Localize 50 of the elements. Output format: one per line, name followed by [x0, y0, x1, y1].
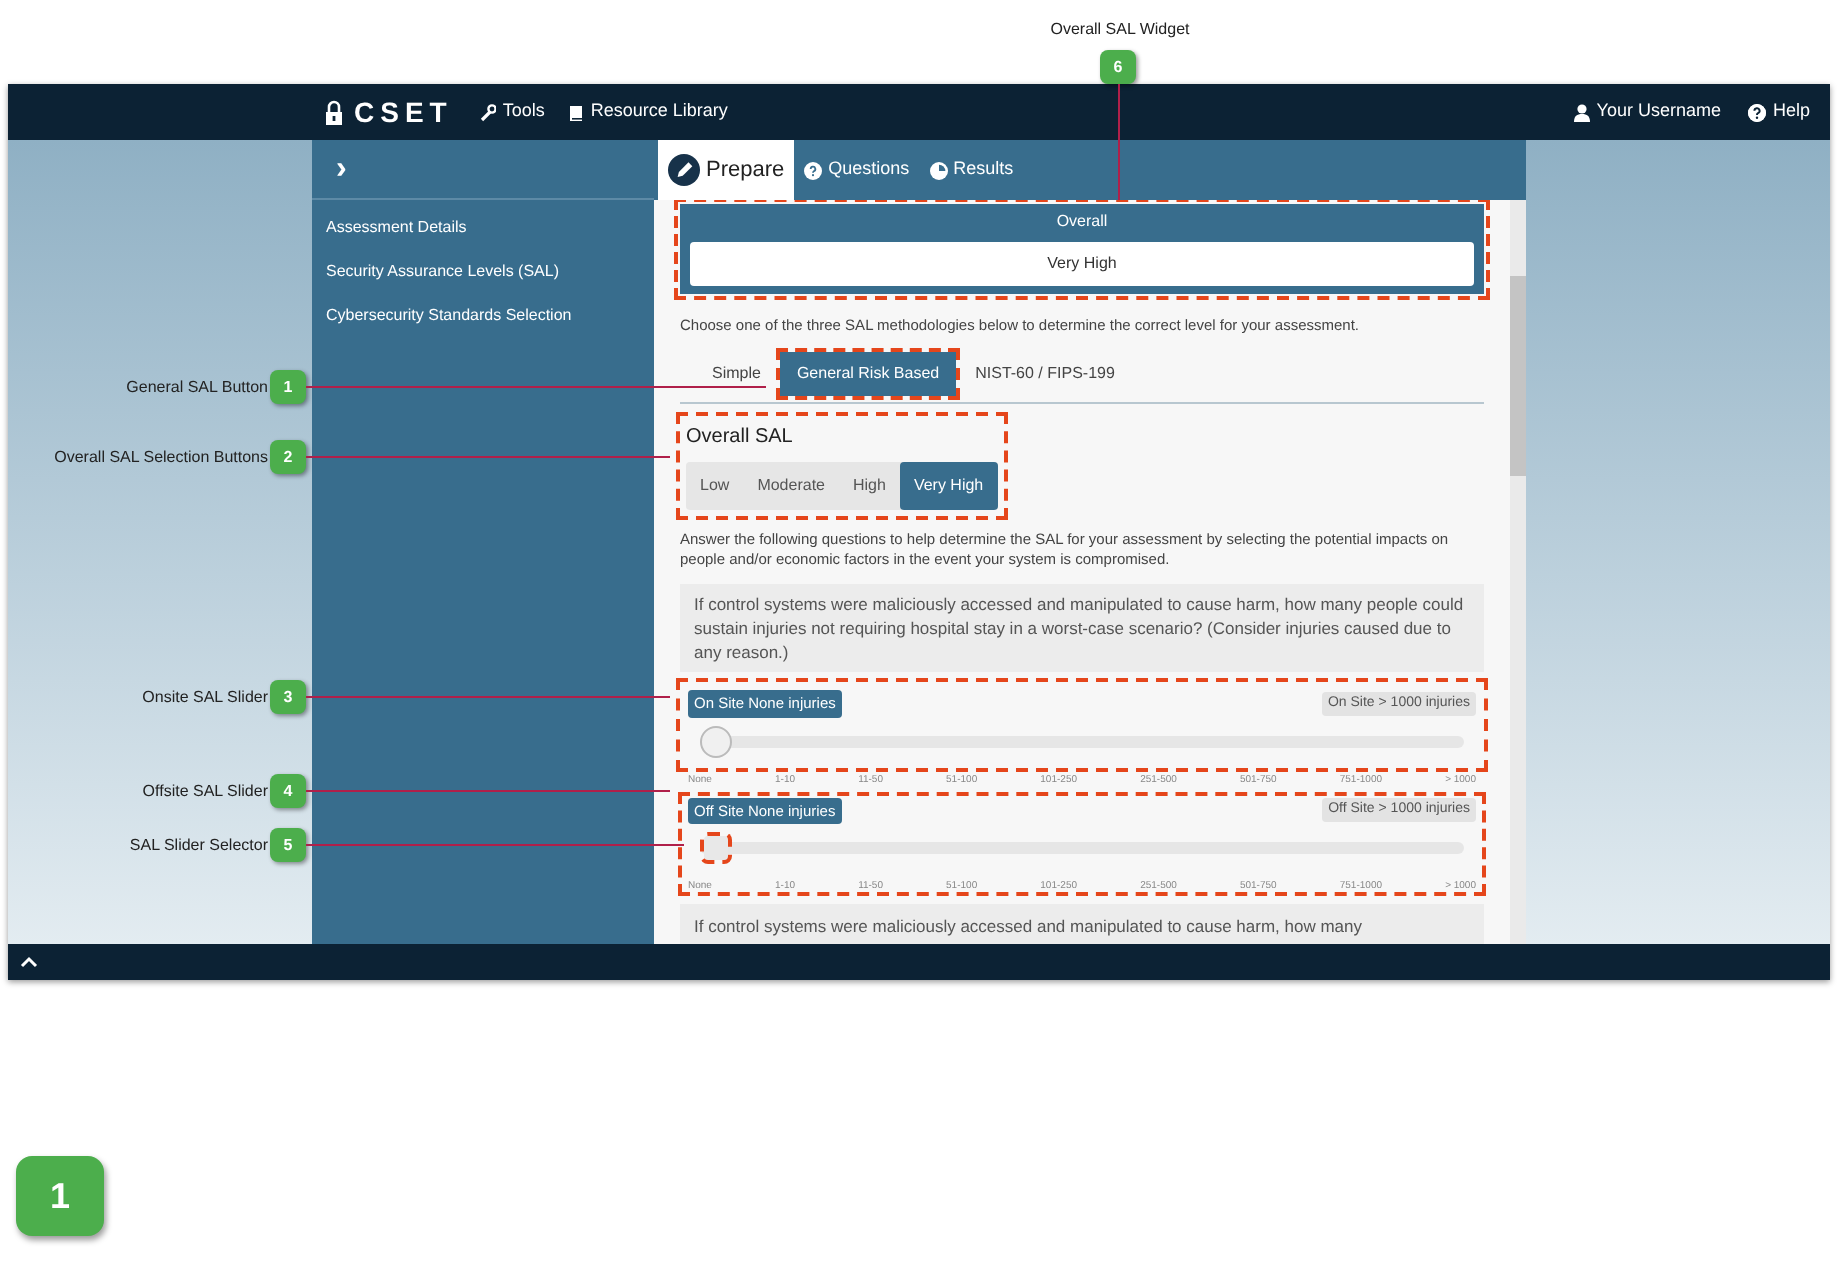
sal-level-button[interactable]: High [838, 462, 900, 511]
tab[interactable]: Questions [794, 140, 920, 200]
callout-badge: 6 [1100, 50, 1136, 84]
nav-link[interactable]: Tools [502, 98, 545, 126]
edit-icon [668, 154, 700, 186]
lock-icon [324, 99, 344, 125]
callout-label: Offsite SAL Slider [142, 780, 268, 804]
sal-level-button[interactable]: Very High [899, 462, 998, 511]
callout-badge: 2 [270, 440, 306, 474]
callout-label: General SAL Button [126, 376, 268, 400]
callout-badge: 3 [270, 680, 306, 714]
user-link[interactable]: Your Username [1596, 98, 1721, 126]
callout-badge: 1 [270, 370, 306, 404]
logo[interactable]: CSET [354, 91, 453, 133]
caret-up-icon[interactable] [20, 956, 38, 968]
callout-label: SAL Slider Selector [129, 834, 268, 858]
callout-badge: 5 [270, 828, 306, 862]
callout-label: Overall SAL Widget [1048, 18, 1192, 42]
slider-thumb[interactable] [704, 835, 728, 860]
leader-line [1118, 84, 1120, 200]
user-icon [1574, 103, 1591, 121]
widget-value: Very High [690, 242, 1474, 286]
question-text: If control systems were maliciously accessed and manipulated to cause harm, how many [680, 903, 1484, 944]
method-tab[interactable]: General Risk Based [780, 352, 956, 397]
book-icon [568, 103, 585, 121]
help-icon [804, 161, 823, 179]
sidebar-item[interactable]: Security Assurance Levels (SAL) [312, 250, 654, 294]
nav-link[interactable]: Resource Library [590, 98, 728, 126]
help-icon [1748, 103, 1767, 121]
slider-thumb[interactable] [700, 725, 732, 757]
method-tab[interactable]: Simple [696, 352, 777, 397]
question-text: If control systems were maliciously accessed and manipulated to cause harm, how many people could sustain injuries not requiring hospital stay in a worst-case scenario? (Consider injuries caused due to any reason.) [680, 584, 1484, 673]
wrench-icon [480, 103, 497, 121]
widget-title: Overall [1056, 210, 1108, 234]
tab[interactable]: Prepare [658, 140, 795, 200]
chart-icon [929, 161, 948, 179]
callout-label: Overall SAL Selection Buttons [54, 446, 268, 470]
sal-level-button[interactable]: Low [686, 462, 744, 511]
sidebar-item[interactable]: Cybersecurity Standards Selection [312, 294, 654, 338]
method-tab[interactable]: NIST-60 / FIPS-199 [959, 352, 1131, 397]
section-heading: Overall SAL [686, 424, 795, 453]
help-link[interactable]: Help [1772, 98, 1810, 126]
sidebar-item[interactable]: Assessment Details [312, 206, 654, 250]
callout-badge: 1 [16, 1156, 104, 1236]
callout-badge: 4 [270, 774, 306, 808]
tab[interactable]: Results [919, 140, 1024, 200]
scrollbar[interactable] [1510, 200, 1526, 944]
sidebar-toggle[interactable]: › [336, 153, 347, 185]
callout-label: Onsite SAL Slider [142, 686, 268, 710]
sal-level-button[interactable]: Moderate [743, 462, 839, 511]
